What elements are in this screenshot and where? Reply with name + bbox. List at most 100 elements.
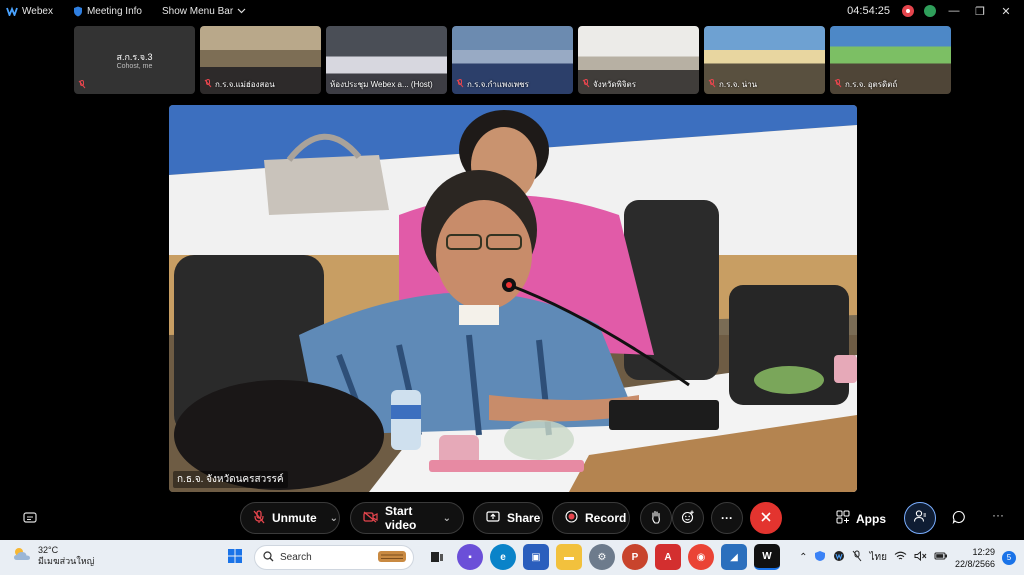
windows-taskbar: 32°C มีเมฆส่วนใหญ่ Search ▪ e ▣ ▬ ⚙ P A … [0,540,1024,575]
search-label: Search [280,552,312,563]
participant-tile[interactable]: ก.ร.จ.แม่ฮ่องสอน [200,26,321,94]
taskbar-clock[interactable]: 12:29 22/8/2566 [955,546,995,570]
title-bar: Webex Meeting Info Show Menu Bar 04:54:2… [0,0,1024,22]
chat-icon[interactable] [952,510,966,529]
participant-name: ก.ร.จ.กำแพงเพชร [467,80,529,89]
colosseum-icon [377,549,407,566]
minimize-icon[interactable]: — [946,5,962,17]
muted-mic-icon [582,79,590,90]
active-speaker-name: ก.ธ.จ. จังหวัดนครสวรรค์ [173,471,288,488]
weather-temp: 32°C [38,545,59,555]
show-menu-bar-button[interactable]: Show Menu Bar [162,6,246,17]
chrome-icon[interactable]: ◉ [688,544,714,570]
apps-icon [836,510,850,527]
chevron-down-icon[interactable]: ⌄ [330,513,338,524]
start-button[interactable] [222,544,248,570]
muted-mic-icon [253,509,265,527]
restore-icon[interactable]: ❐ [972,5,988,18]
wifi-icon[interactable] [894,551,907,564]
participants-button[interactable] [904,502,936,534]
participant-tile[interactable]: ก.ร.จ. อุตรดิตถ์ [830,26,951,94]
speaker-icon[interactable] [914,550,927,564]
raise-hand-button[interactable] [640,502,672,534]
participant-name: ก.ร.จ.แม่ฮ่องสอน [215,80,275,89]
more-icon: ··· [721,511,733,525]
webex-tray-icon[interactable] [833,550,845,565]
start-video-label: Start video [385,504,417,532]
leave-meeting-button[interactable] [750,502,782,534]
edge-icon[interactable]: e [490,544,516,570]
muted-mic-icon [204,79,212,90]
participant-name: ก.ร.จ. อุตรดิตถ์ [845,80,898,89]
record-icon [565,510,578,526]
store-icon[interactable]: ▣ [523,544,549,570]
speaker-video-frame [169,105,857,492]
meeting-info-button[interactable]: Meeting Info [73,6,142,17]
more-options-button[interactable]: ··· [711,502,743,534]
share-label: Share [507,511,541,525]
battery-icon[interactable] [934,551,948,564]
meeting-controls: Unmute ⌄ Start video ⌄ Share Record ··· [0,502,1024,534]
participant-tile[interactable]: จังหวัดพิจิตร [578,26,699,94]
powerpoint-icon[interactable]: P [622,544,648,570]
muted-mic-icon [834,79,842,90]
emoji-icon [681,510,695,527]
close-icon [761,511,771,525]
file-explorer-icon[interactable]: ▬ [556,544,582,570]
clock-date: 22/8/2566 [954,558,995,569]
notification-badge[interactable]: 5 [1002,550,1016,565]
record-button[interactable]: Record [552,502,630,534]
app-title: Webex [6,6,53,17]
captions-icon[interactable] [23,511,37,529]
meeting-timer: 04:54:25 [847,5,890,17]
video-off-icon [363,511,378,526]
chevron-down-icon[interactable]: ⌄ [443,513,451,524]
weather-widget[interactable]: 32°C มีเมฆส่วนใหญ่ [12,545,94,567]
unmute-label: Unmute [272,511,317,525]
chat-app-icon[interactable]: ▪ [457,544,483,570]
reactions-button[interactable] [672,502,704,534]
chevron-down-icon [237,6,246,17]
unmute-button[interactable]: Unmute ⌄ [240,502,340,534]
muted-mic-icon [456,79,464,90]
participant-tile[interactable]: ก.ร.จ. น่าน [704,26,825,94]
recording-indicator-icon[interactable] [902,5,914,17]
active-speaker-video[interactable]: ก.ธ.จ. จังหวัดนครสวรรค์ [169,105,857,492]
clock-time: 12:29 [972,546,995,557]
network-health-icon[interactable] [924,5,936,17]
participant-tile-self[interactable]: ส.ก.ร.จ.3 Cohost, me [74,26,195,94]
start-video-button[interactable]: Start video ⌄ [350,502,464,534]
participant-name: ก.ร.จ. น่าน [719,80,758,89]
apps-button[interactable]: Apps [836,510,886,527]
apps-label: Apps [856,511,886,526]
close-icon[interactable]: ✕ [998,5,1014,18]
settings-icon[interactable]: ⚙ [589,544,615,570]
more-icon[interactable]: ··· [992,508,1004,522]
record-label: Record [585,511,627,525]
show-menu-bar-label: Show Menu Bar [162,5,234,17]
taskbar-apps [222,544,255,570]
taskbar-search[interactable]: Search [254,545,414,570]
security-icon[interactable] [814,550,826,565]
muted-mic-icon [78,80,86,91]
webex-app-icon[interactable]: W [754,544,780,570]
raise-hand-icon [650,510,662,527]
language-indicator[interactable]: ไทย [869,550,886,565]
mic-muted-tray-icon[interactable] [852,550,862,565]
photos-icon[interactable]: ◢ [721,544,747,570]
participant-tile[interactable]: ก.ร.จ.กำแพงเพชร [452,26,573,94]
muted-mic-icon [708,79,716,90]
participant-strip: ส.ก.ร.จ.3 Cohost, me ก.ร.จ.แม่ฮ่องสอน ห้… [74,26,951,94]
app-name: Webex [22,5,53,17]
share-icon [486,510,500,526]
participant-role: Cohost, me [116,63,153,70]
chevron-up-icon[interactable]: ⌃ [799,552,807,563]
acrobat-icon[interactable]: A [655,544,681,570]
share-button[interactable]: Share [473,502,543,534]
search-icon [263,550,274,565]
participant-tile-host[interactable]: ห้องประชุม Webex a... (Host) [326,26,447,94]
shield-icon [73,6,83,17]
task-view-icon[interactable] [424,544,450,570]
participant-name: ห้องประชุม Webex a... (Host) [330,80,433,89]
windows-logo-icon [227,548,243,567]
